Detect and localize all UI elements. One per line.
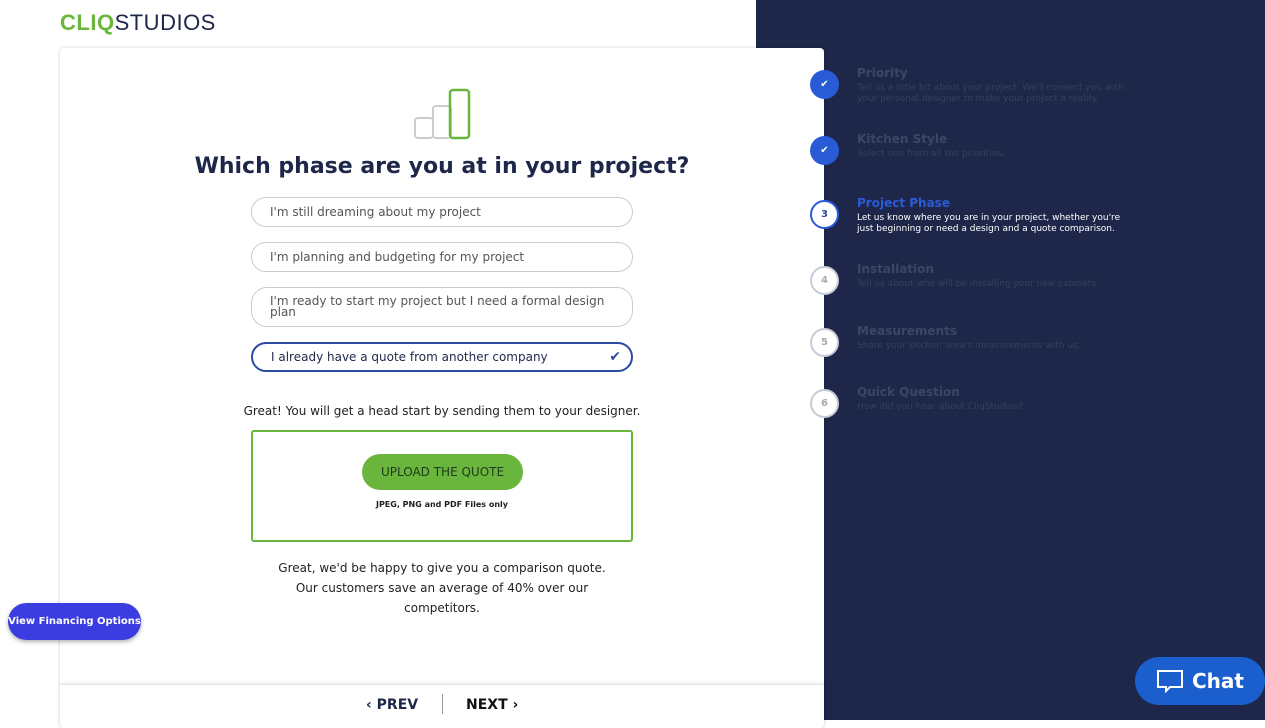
option-dreaming[interactable]: I'm still dreaming about my project [251,197,633,227]
upload-hint: JPEG, PNG and PDF Files only [375,500,509,509]
chevron-right-icon: › [507,697,519,713]
prev-button[interactable]: ‹ PREV [366,697,418,713]
check-icon: ✔ [810,70,839,99]
option-have-quote[interactable]: I already have a quote from another comp… [251,342,633,372]
divider [442,694,443,714]
chat-button[interactable]: Chat [1135,657,1265,705]
option-ready[interactable]: I'm ready to start my project but I need… [251,287,633,327]
bar-chart-icon [414,88,471,140]
cliqstudios-logo[interactable]: CLIQSTUDIOS [60,10,216,36]
chat-bubble-icon [1157,670,1183,693]
chevron-left-icon: ‹ [366,697,377,713]
comparison-message: Great, we'd be happy to give you a compa… [278,561,606,615]
upload-area[interactable]: UPLOAD THE QUOTE JPEG, PNG and PDF Files… [251,430,633,542]
upload-quote-button[interactable]: UPLOAD THE QUOTE [362,454,523,490]
check-icon: ✔ [810,136,839,165]
view-financing-button[interactable]: View Financing Options [8,603,141,640]
check-icon: ✔ [609,348,621,365]
question-card: Which phase are you at in your project? … [60,48,824,728]
question-title: Which phase are you at in your project? [194,154,690,179]
next-button[interactable]: NEXT › [466,697,518,713]
progress-panel [756,0,1265,720]
option-planning[interactable]: I'm planning and budgeting for my projec… [251,242,633,272]
step-navigation: ‹ PREV NEXT › [60,684,824,728]
great-message: Great! You will get a head start by send… [243,404,641,418]
